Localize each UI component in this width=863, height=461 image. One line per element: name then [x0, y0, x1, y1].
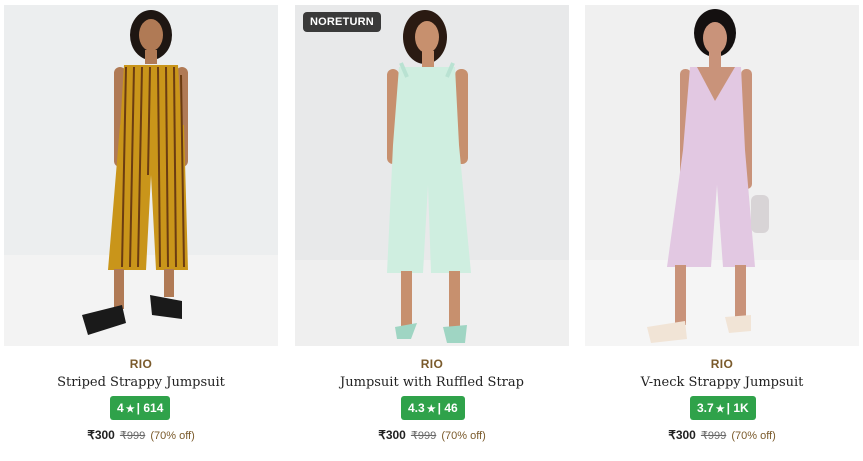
product-image[interactable]: NORETURN	[295, 5, 569, 346]
rating-value: 3.7	[697, 401, 714, 415]
product-brand: RIO	[129, 357, 153, 371]
product-card[interactable]: NORETURN RIO Jumpsuit with Ruffled Strap…	[295, 5, 569, 457]
product-brand: RIO	[710, 357, 734, 371]
rating-badge: 4 ★ | 614	[110, 396, 171, 420]
star-icon: ★	[426, 404, 436, 415]
price-row: ₹300 ₹999 (70% off)	[585, 428, 859, 442]
product-name[interactable]: V-neck Strappy Jumpsuit	[585, 375, 859, 390]
rating-badge: 3.7 ★ | 1K	[690, 396, 756, 420]
product-image[interactable]	[585, 5, 859, 346]
discount-label: (70% off)	[150, 430, 195, 442]
discount-label: (70% off)	[441, 430, 486, 442]
rating-value: 4	[117, 401, 124, 415]
review-count: 46	[444, 401, 458, 415]
rating-badge: 4.3 ★ | 46	[401, 396, 465, 420]
product-card[interactable]: RIO Striped Strappy Jumpsuit 4 ★ | 614 ₹30…	[4, 5, 278, 457]
original-price: ₹999	[410, 430, 437, 442]
product-brand: RIO	[420, 357, 444, 371]
sale-price: ₹300	[378, 428, 406, 442]
sale-price: ₹300	[87, 428, 115, 442]
discount-label: (70% off)	[731, 430, 776, 442]
original-price: ₹999	[119, 430, 146, 442]
product-image[interactable]	[4, 5, 278, 346]
original-price: ₹999	[700, 430, 727, 442]
product-card[interactable]: RIO V-neck Strappy Jumpsuit 3.7 ★ | 1K ₹30…	[585, 5, 859, 457]
review-count: 1K	[733, 401, 749, 415]
sale-price: ₹300	[668, 428, 696, 442]
price-row: ₹300 ₹999 (70% off)	[4, 428, 278, 442]
product-name[interactable]: Striped Strappy Jumpsuit	[4, 375, 278, 390]
product-grid: RIO Striped Strappy Jumpsuit 4 ★ | 614 ₹30…	[0, 0, 863, 461]
star-icon: ★	[125, 404, 135, 415]
rating-value: 4.3	[408, 401, 425, 415]
product-name[interactable]: Jumpsuit with Ruffled Strap	[295, 375, 569, 390]
star-icon: ★	[715, 404, 725, 415]
noreturn-tag: NORETURN	[303, 12, 381, 32]
review-count: 614	[143, 401, 164, 415]
price-row: ₹300 ₹999 (70% off)	[295, 428, 569, 442]
